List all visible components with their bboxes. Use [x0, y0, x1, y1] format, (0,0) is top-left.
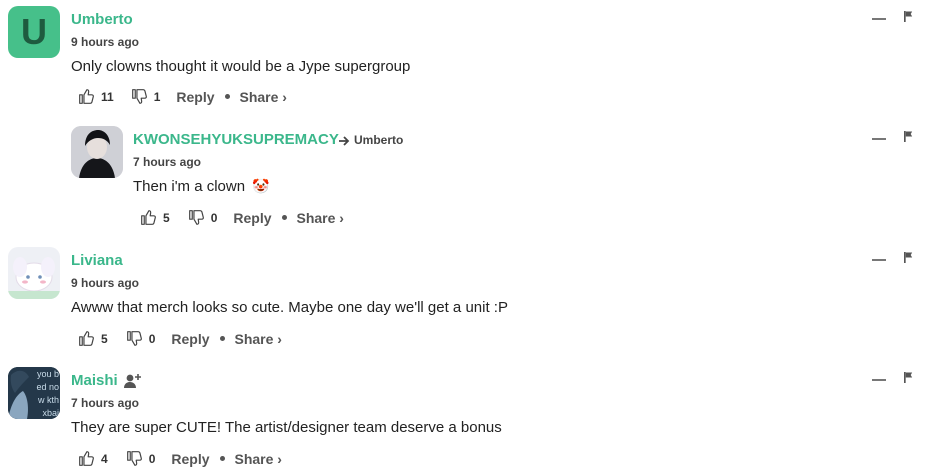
reply-button[interactable]: Reply	[233, 210, 271, 226]
comment-author[interactable]: Maishi	[71, 372, 142, 389]
flag-icon[interactable]	[903, 10, 914, 23]
flag-icon[interactable]	[903, 371, 914, 384]
comment-author[interactable]: Umberto	[71, 11, 133, 28]
thumbs-down-icon	[126, 330, 143, 347]
collapse-icon[interactable]	[872, 259, 886, 261]
reply-button[interactable]: Reply	[176, 89, 214, 105]
downvote-button[interactable]: 0	[126, 450, 156, 467]
comment-timestamp[interactable]: 7 hours ago	[71, 396, 139, 410]
collapse-icon[interactable]	[872, 138, 886, 140]
avatar-caption: you bed now kthxbai	[36, 369, 59, 418]
thumbs-up-icon	[78, 88, 95, 105]
downvote-button[interactable]: 0	[188, 209, 218, 226]
reply-button[interactable]: Reply	[171, 451, 209, 467]
separator-dot	[219, 336, 225, 341]
share-button[interactable]: Share ›	[235, 451, 282, 467]
thumbs-down-icon	[131, 88, 148, 105]
thumbs-up-icon	[78, 330, 95, 347]
clown-emoji: 🤡	[252, 178, 270, 194]
downvote-count: 1	[153, 89, 161, 104]
reply-arrow-icon	[339, 135, 350, 146]
upvote-count: 4	[101, 451, 108, 466]
reply-to-link[interactable]: Umberto	[338, 133, 403, 147]
comment-timestamp[interactable]: 9 hours ago	[71, 276, 139, 290]
comment-liviana: Liviana 9 hours ago Awww that merch look…	[0, 241, 925, 361]
upvote-count: 11	[101, 89, 114, 104]
comment-author[interactable]: Liviana	[71, 252, 123, 269]
downvote-count: 0	[148, 451, 156, 466]
comment-actions: 11 1 Reply Share ›	[78, 88, 287, 105]
share-button[interactable]: Share ›	[235, 331, 282, 347]
upvote-count: 5	[163, 210, 170, 225]
comment-kwonsehyuksupremacy: KWONSEHYUKSUPREMACY Umberto 7 hours ago …	[0, 120, 925, 240]
comment-text: Then i'm a clown 🤡	[133, 178, 270, 195]
thumbs-up-icon	[140, 209, 157, 226]
downvote-count: 0	[210, 210, 218, 225]
downvote-button[interactable]: 0	[126, 330, 156, 347]
comment-timestamp[interactable]: 9 hours ago	[71, 35, 139, 49]
comment-umberto: U Umberto 9 hours ago Only clowns though…	[0, 0, 925, 120]
comment-actions: 5 0 Reply Share ›	[78, 330, 282, 347]
comment-maishi: you bed now kthxbai Maishi 7 hours ago T…	[0, 361, 925, 476]
flag-icon[interactable]	[903, 130, 914, 143]
downvote-count: 0	[148, 331, 156, 346]
avatar[interactable]	[71, 126, 123, 178]
downvote-button[interactable]: 1	[131, 88, 161, 105]
comment-actions: 4 0 Reply Share ›	[78, 450, 282, 467]
comment-actions: 5 0 Reply Share ›	[140, 209, 344, 226]
avatar[interactable]: U	[8, 6, 60, 58]
reply-to-name: Umberto	[354, 133, 404, 147]
collapse-icon[interactable]	[872, 379, 886, 381]
comment-text: Awww that merch looks so cute. Maybe one…	[71, 299, 508, 316]
share-button[interactable]: Share ›	[240, 89, 287, 105]
comment-author[interactable]: KWONSEHYUKSUPREMACY	[133, 131, 339, 148]
reply-button[interactable]: Reply	[171, 331, 209, 347]
avatar-image	[8, 247, 60, 299]
separator-dot	[281, 215, 287, 220]
upvote-button[interactable]: 4	[78, 450, 108, 467]
upvote-button[interactable]: 11	[78, 88, 114, 105]
upvote-button[interactable]: 5	[78, 330, 108, 347]
comment-text: Only clowns thought it would be a Jype s…	[71, 58, 411, 75]
add-friend-icon[interactable]	[123, 373, 142, 389]
separator-dot	[219, 456, 225, 461]
comment-timestamp[interactable]: 7 hours ago	[133, 155, 201, 169]
avatar[interactable]	[8, 247, 60, 299]
thumbs-up-icon	[78, 450, 95, 467]
upvote-button[interactable]: 5	[140, 209, 170, 226]
comment-text: They are super CUTE! The artist/designer…	[71, 419, 502, 436]
separator-dot	[224, 94, 230, 99]
thumbs-down-icon	[126, 450, 143, 467]
upvote-count: 5	[101, 331, 108, 346]
avatar[interactable]: you bed now kthxbai	[8, 367, 60, 419]
flag-icon[interactable]	[903, 251, 914, 264]
avatar-image	[71, 126, 123, 178]
thumbs-down-icon	[188, 209, 205, 226]
share-button[interactable]: Share ›	[297, 210, 344, 226]
collapse-icon[interactable]	[872, 18, 886, 20]
